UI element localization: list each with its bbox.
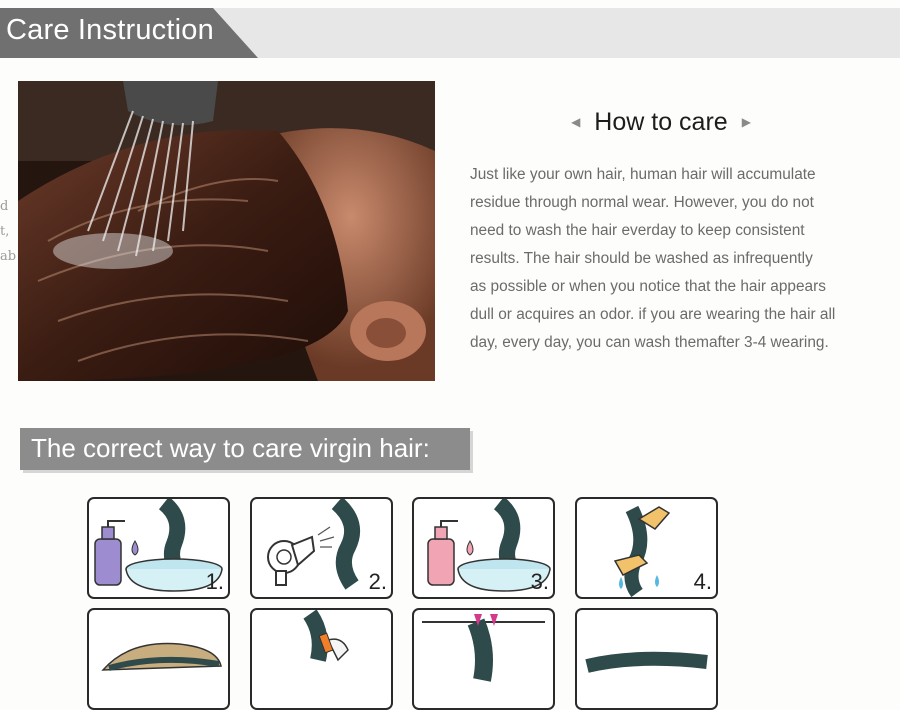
hanging-clips-icon [422,614,545,682]
step-card-3: 3. [412,497,555,599]
step-card-5 [87,608,230,710]
step-number: 2. [368,569,387,594]
subheading-text: The correct way to care virgin hair: [31,433,430,463]
hair-washing-photo [18,81,435,381]
how-to-care-heading: ◀ How to care ▶ [553,106,769,138]
step-card-1: 1. [87,497,230,599]
subheading-banner: The correct way to care virgin hair: [20,428,470,470]
how-to-care-title: How to care [594,107,728,136]
comb-icon [303,610,349,662]
paragraph-line: need to wash the hair everday to keep co… [470,222,805,239]
page-title: Care Instruction [6,14,214,46]
side-text-fragment: t, [0,224,10,239]
hair-bundle-icon [101,642,222,671]
step-number: 1. [205,569,224,594]
step-number: 4. [693,569,712,594]
triangle-right-icon: ▶ [741,115,751,129]
paragraph-line: residue through normal wear. However, yo… [470,194,814,211]
step-card-2: 2. [250,497,393,599]
paragraph-line: day, every day, you can wash themafter 3… [470,334,829,351]
triangle-left-icon: ◀ [571,115,581,129]
side-text-fragment: ab [0,249,17,264]
paragraph-line: results. The hair should be washed as in… [470,250,813,267]
paragraph-line: as possible or when you notice that the … [470,278,826,295]
paragraph-line: Just like your own hair, human hair will… [470,166,816,183]
step-card-6 [250,608,393,710]
step-card-8 [575,608,718,710]
step-card-4: 4. [575,497,718,599]
step-number: 3. [530,569,549,594]
step-card-7 [412,608,555,710]
hair-bundle-icon [585,651,708,673]
how-to-care-paragraph: Just like your own hair, human hair will… [470,161,890,357]
paragraph-line: dull or acquires an odor. if you are wea… [470,306,836,323]
side-text-fragment: d [0,199,9,214]
